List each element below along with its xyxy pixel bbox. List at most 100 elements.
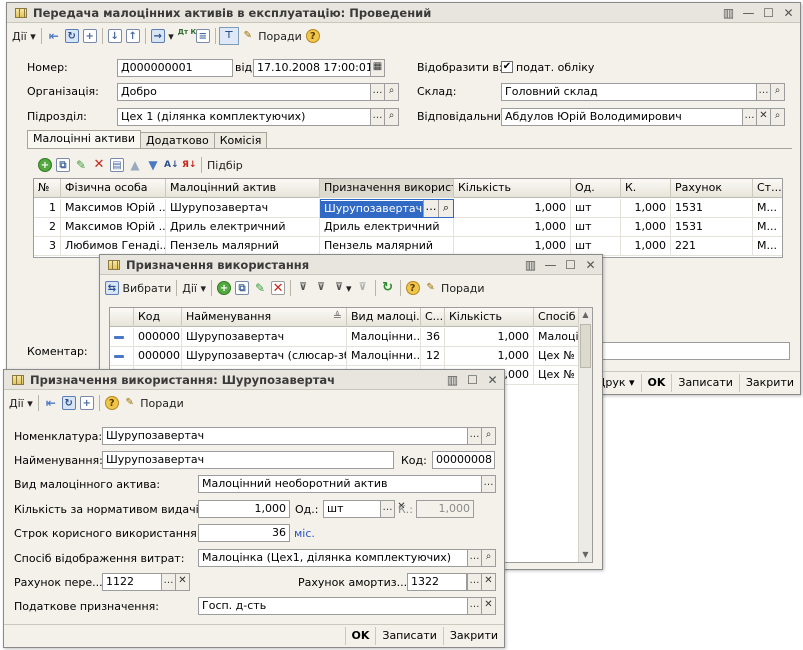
col-code[interactable]: Код: [134, 308, 182, 327]
add-button[interactable]: +: [215, 279, 233, 297]
amortization-account-select-button[interactable]: …: [467, 573, 482, 591]
restore-icon[interactable]: ▥: [522, 257, 539, 273]
copy-button[interactable]: ↻: [63, 27, 81, 45]
subdivision-select-button[interactable]: …: [370, 108, 385, 126]
calendar-icon[interactable]: ▦: [370, 59, 385, 77]
minimize-icon[interactable]: —: [740, 5, 757, 21]
new-doc-button[interactable]: +: [81, 27, 99, 45]
asset-type-field[interactable]: Малоцінний необоротний актив: [198, 475, 482, 493]
selection-button[interactable]: Підбір: [205, 156, 245, 174]
scroll-down-icon[interactable]: ▼: [579, 548, 592, 562]
edit-row-button[interactable]: ✎: [72, 156, 90, 174]
transfer-account-select-button[interactable]: …: [161, 573, 176, 591]
main-window-titlebar[interactable]: Передача малоцінних активів в експлуатац…: [7, 3, 800, 23]
unit-field[interactable]: шт: [323, 500, 381, 518]
tab-low-value-assets[interactable]: Малоцінні активи: [27, 130, 142, 148]
list-item[interactable]: 000000... Шурупозавертач Малоцінни... 36…: [110, 328, 579, 347]
col-name[interactable]: Найменування ≜: [182, 308, 347, 327]
responsible-select-button[interactable]: …: [742, 108, 757, 126]
structure-button[interactable]: ⊤: [218, 27, 239, 45]
filter-button[interactable]: ⊽: [294, 279, 312, 297]
expense-method-field[interactable]: Малоцінка (Цех1, ділянка комплектуючих): [198, 549, 468, 567]
tips-button[interactable]: ✎ Поради: [422, 279, 487, 297]
copy-button[interactable]: ⧉: [233, 279, 251, 297]
tips-button[interactable]: ✎ Поради: [121, 394, 186, 412]
tab-additional[interactable]: Додатково: [140, 132, 215, 148]
col-purpose[interactable]: Призначення використ...: [320, 179, 454, 198]
warehouse-select-button[interactable]: …: [756, 83, 771, 101]
move-down-button[interactable]: ▼: [144, 156, 162, 174]
new-copy-button[interactable]: +: [78, 394, 96, 412]
col-status[interactable]: Ст...: [753, 179, 782, 198]
tax-purpose-select-button[interactable]: …: [467, 597, 482, 615]
actions-menu-button[interactable]: Дії ▾: [180, 279, 208, 297]
clear-icon[interactable]: ✕: [481, 573, 496, 591]
actions-menu-button[interactable]: Дії ▾: [10, 27, 38, 45]
refresh-button[interactable]: ↻: [379, 279, 397, 297]
ok-button[interactable]: OK: [640, 373, 672, 392]
clear-icon[interactable]: ✕: [481, 597, 496, 615]
ok-button[interactable]: OK: [344, 626, 376, 645]
list-scrollbar[interactable]: ▲ ▼: [578, 308, 592, 562]
list-window-titlebar[interactable]: Призначення використання ▥ — ☐ ✕: [100, 255, 602, 275]
search-icon[interactable]: ⌕: [384, 83, 399, 101]
help-button[interactable]: ?: [304, 27, 322, 45]
col-number[interactable]: №: [34, 179, 61, 198]
search-icon[interactable]: ⌕: [770, 108, 785, 126]
col-unit[interactable]: Од.: [571, 179, 621, 198]
col-quantity[interactable]: Кількість: [445, 308, 534, 327]
filter-history-button[interactable]: ⊽ ▾: [330, 279, 354, 297]
save-and-close-button[interactable]: ⇤: [42, 394, 60, 412]
delete-row-button[interactable]: ✕: [90, 156, 108, 174]
close-button[interactable]: Закрити: [442, 626, 504, 645]
clear-icon[interactable]: ✕: [175, 573, 190, 591]
tax-accounting-checkbox[interactable]: ✔: [501, 61, 513, 73]
date-field[interactable]: 17.10.2008 17:00:01: [253, 59, 371, 77]
close-icon[interactable]: ✕: [780, 5, 797, 21]
col-k[interactable]: К.: [621, 179, 671, 198]
add-row-button[interactable]: +: [36, 156, 54, 174]
journal-button[interactable]: ≡: [194, 27, 212, 45]
post-and-close-button[interactable]: ⇤: [45, 27, 63, 45]
col-account[interactable]: Рахунок: [671, 179, 753, 198]
expense-method-select-button[interactable]: …: [467, 549, 482, 567]
item-window-titlebar[interactable]: Призначення використання: Шурупозавертач…: [4, 370, 504, 390]
save-button[interactable]: Записати: [375, 626, 442, 645]
sort-desc-button[interactable]: Я↓: [180, 156, 198, 174]
search-icon[interactable]: ⌕: [770, 83, 785, 101]
search-icon[interactable]: ⌕: [438, 200, 453, 217]
col-quantity[interactable]: Кількість: [454, 179, 571, 198]
responsible-field[interactable]: Абдулов Юрій Володимирович: [501, 108, 743, 126]
number-field[interactable]: Д000000001: [117, 59, 233, 77]
organization-select-button[interactable]: …: [370, 83, 385, 101]
search-icon[interactable]: ⌕: [384, 108, 399, 126]
col-type[interactable]: Вид малоці...: [347, 308, 421, 327]
close-button[interactable]: Закрити: [738, 373, 800, 392]
help-button[interactable]: ?: [103, 394, 121, 412]
scroll-up-icon[interactable]: ▲: [579, 308, 592, 322]
transfer-account-field[interactable]: 1122: [102, 573, 162, 591]
edit-button[interactable]: ✎: [251, 279, 269, 297]
end-edit-button[interactable]: ▤: [108, 156, 126, 174]
table-row[interactable]: 2 Максимов Юрій ... Дриль електричний Др…: [34, 218, 782, 237]
nomenclature-select-button[interactable]: …: [467, 427, 482, 445]
name-field[interactable]: Шурупозавертач: [102, 451, 394, 469]
select-button[interactable]: ⇆ Вибрати: [103, 279, 173, 297]
maximize-icon[interactable]: ☐: [760, 5, 777, 21]
move-up-button[interactable]: ▲: [126, 156, 144, 174]
close-icon[interactable]: ✕: [582, 257, 599, 273]
restore-icon[interactable]: ▥: [444, 372, 461, 388]
scroll-thumb[interactable]: [580, 324, 591, 368]
warehouse-field[interactable]: Головний склад: [501, 83, 757, 101]
minimize-icon[interactable]: —: [542, 257, 559, 273]
list-item[interactable]: 000000... Шурупозавертач (слюсар-зб... М…: [110, 347, 579, 366]
search-icon[interactable]: ⌕: [481, 549, 496, 567]
col-asset[interactable]: Малоцінний актив: [166, 179, 320, 198]
unpost-button[interactable]: ↑: [124, 27, 142, 45]
organization-field[interactable]: Добро: [117, 83, 371, 101]
save-button[interactable]: Записати: [671, 373, 738, 392]
col-method[interactable]: Спосіб: [534, 308, 579, 327]
filter-current-button[interactable]: ⊽: [312, 279, 330, 297]
actions-menu-button[interactable]: Дії ▾: [7, 394, 35, 412]
table-row[interactable]: 1 Максимов Юрій ... Шурупозавертач Шуруп…: [34, 199, 782, 218]
